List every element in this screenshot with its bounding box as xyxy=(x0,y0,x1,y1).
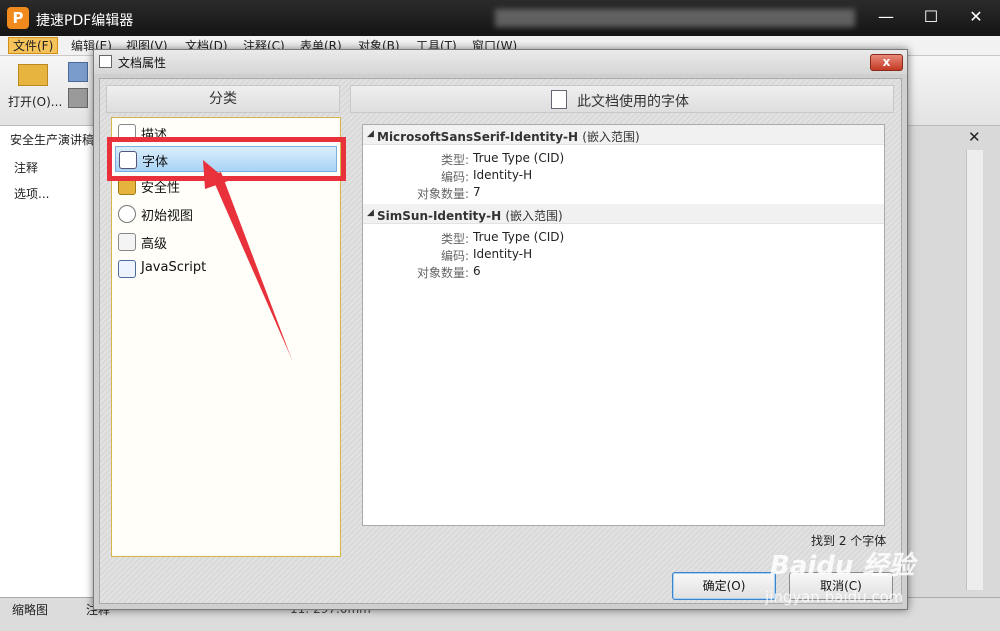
annotation-arrow xyxy=(203,160,293,362)
baidu-watermark: Baidu 经验 xyxy=(770,551,915,581)
baidu-watermark-url: jingyan.baidu.com xyxy=(765,588,904,606)
